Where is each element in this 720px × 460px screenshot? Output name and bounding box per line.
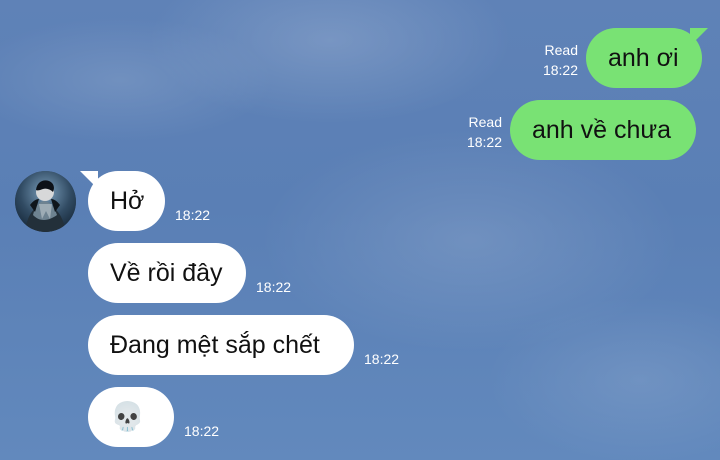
message-meta: Read 18:22 [543,40,578,80]
outgoing-message-bubble[interactable]: anh về chưa [510,100,696,160]
message-time: 18:22 [184,423,220,439]
outgoing-message-row-1: Read 18:22 anh ơi [543,28,702,88]
incoming-message-bubble[interactable]: Đang mệt sắp chết [88,315,354,375]
incoming-message-bubble[interactable]: 💀 [88,387,174,447]
incoming-message-bubble[interactable]: Hở [88,171,165,231]
skull-emoji-icon: 💀 [110,401,145,432]
chat-thread: Read 18:22 anh ơi Read 18:22 anh về chưa [0,0,720,460]
message-text: Về rồi đây [110,258,223,287]
read-receipt: Read [468,114,502,130]
message-time: 18:22 [256,279,292,295]
message-text: Đang mệt sắp chết [110,330,320,359]
message-text: Hở [110,186,145,215]
message-time: 18:22 [466,134,502,150]
message-meta: Read 18:22 [467,112,502,152]
outgoing-message-bubble[interactable]: anh ơi [586,28,702,88]
message-text: anh ơi [608,43,679,72]
avatar-image [15,171,76,232]
message-text: anh về chưa [532,115,672,144]
read-receipt: Read [544,42,578,58]
incoming-message-row-4: 💀 18:22 [88,387,219,447]
message-time: 18:22 [175,207,211,223]
profile-avatar[interactable] [15,171,76,232]
outgoing-message-row-2: Read 18:22 anh về chưa [467,100,696,160]
message-time: 18:22 [542,62,578,78]
incoming-message-row-3: Đang mệt sắp chết 18:22 [88,315,399,375]
incoming-message-row-2: Về rồi đây 18:22 [88,243,291,303]
incoming-message-row-1: Hở 18:22 [88,171,210,231]
incoming-message-bubble[interactable]: Về rồi đây [88,243,246,303]
message-time: 18:22 [364,351,400,367]
